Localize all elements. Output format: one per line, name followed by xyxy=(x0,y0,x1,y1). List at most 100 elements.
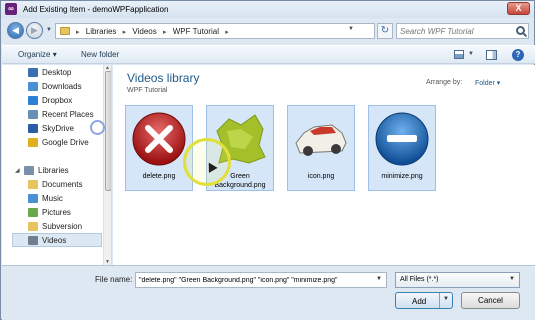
nav-item-label: Pictures xyxy=(42,208,71,217)
add-button[interactable]: Add ▼ xyxy=(395,292,453,309)
breadcrumb-libraries[interactable]: Libraries xyxy=(86,27,117,36)
file-name-combobox[interactable]: ▼ xyxy=(135,272,387,288)
nav-pane-scrollbar[interactable]: ▲ ▼ xyxy=(103,65,111,265)
nav-item-label: Subversion xyxy=(42,222,83,231)
organize-label: Organize xyxy=(18,50,51,59)
nav-item-label: Libraries xyxy=(38,166,69,175)
music-icon xyxy=(28,194,38,203)
nav-item-label: Recent Places xyxy=(42,110,94,119)
nav-item-desktop[interactable]: Desktop xyxy=(12,66,111,80)
nav-item-label: Google Drive xyxy=(42,138,89,147)
library-title: Videos library xyxy=(127,71,200,85)
nav-item-pictures[interactable]: Pictures xyxy=(12,206,111,220)
google-drive-icon xyxy=(28,138,38,147)
downloads-icon xyxy=(28,82,38,91)
file-name-label: File name: xyxy=(95,275,133,284)
collapse-arrow-icon[interactable]: ◢ xyxy=(15,167,20,174)
nav-item-libraries[interactable]: ◢ Libraries xyxy=(12,164,111,178)
breadcrumb-wpf-tutorial[interactable]: WPF Tutorial xyxy=(173,27,219,36)
delete-icon xyxy=(132,112,186,166)
skydrive-icon xyxy=(28,124,38,133)
title-bar: ∞ Add Existing Item - demoWPFapplication… xyxy=(1,1,534,18)
arrange-by-label: Arrange by: xyxy=(426,79,463,86)
arrange-by-dropdown[interactable]: Folder ▾ xyxy=(475,79,500,87)
scrollbar-thumb[interactable] xyxy=(105,71,111,191)
nav-item-label: Downloads xyxy=(42,82,82,91)
nav-item-downloads[interactable]: Downloads xyxy=(12,80,111,94)
subversion-icon xyxy=(28,222,38,231)
arrange-by-value: Folder xyxy=(475,80,495,87)
nav-item-label: Desktop xyxy=(42,68,72,77)
file-list-area: Videos library WPF Tutorial Arrange by: … xyxy=(113,65,535,265)
chevron-down-icon: ▼ xyxy=(509,276,515,282)
new-folder-button[interactable]: New folder xyxy=(81,50,119,59)
command-toolbar: Organize ▾ New folder ▼ ? xyxy=(2,45,535,64)
chevron-right-icon: ▸ xyxy=(122,29,127,36)
add-options-dropdown[interactable]: ▼ xyxy=(439,293,453,308)
file-name-pane: File name: ▼ All Files (*.*) ▼ Add ▼ Can… xyxy=(2,265,535,320)
folder-icon xyxy=(60,27,70,35)
search-icon[interactable] xyxy=(516,26,525,35)
back-button[interactable]: ◀ xyxy=(7,22,24,39)
minimize-icon xyxy=(375,112,429,166)
chevron-down-icon: ▾ xyxy=(496,80,501,87)
chevron-down-icon[interactable]: ▼ xyxy=(376,276,382,282)
close-button[interactable]: X xyxy=(507,2,530,15)
nav-item-google-drive[interactable]: Google Drive xyxy=(12,136,111,150)
file-item-delete[interactable]: delete.png xyxy=(125,105,193,191)
view-options-dropdown-icon[interactable]: ▼ xyxy=(468,51,474,57)
forward-button[interactable]: ▶ xyxy=(26,22,43,39)
file-name-input[interactable] xyxy=(139,275,371,286)
nav-item-videos[interactable]: Videos xyxy=(12,233,102,247)
library-subtitle: WPF Tutorial xyxy=(127,87,168,94)
search-box[interactable] xyxy=(396,23,529,39)
chevron-down-icon: ▼ xyxy=(443,296,449,302)
videos-icon xyxy=(28,236,38,245)
file-item-icon[interactable]: icon.png xyxy=(287,105,355,191)
click-indicator xyxy=(183,138,231,186)
file-name: minimize.png xyxy=(381,173,423,180)
cancel-button[interactable]: Cancel xyxy=(461,292,520,309)
file-name: delete.png xyxy=(142,173,176,180)
window-title: Add Existing Item - demoWPFapplication xyxy=(23,5,169,14)
nav-item-label: Videos xyxy=(42,236,67,245)
file-name: icon.png xyxy=(307,173,335,180)
navigation-pane: Desktop Downloads Dropbox Recent Places … xyxy=(2,65,112,265)
nav-item-dropbox[interactable]: Dropbox xyxy=(12,94,111,108)
help-icon[interactable]: ? xyxy=(512,49,524,61)
address-bar[interactable]: ▸ Libraries ▸ Videos ▸ WPF Tutorial ▸ ▼ xyxy=(55,23,375,39)
navigation-bar: ◀ ▶ ▼ ▸ Libraries ▸ Videos ▸ WPF Tutoria… xyxy=(5,21,532,43)
add-existing-item-dialog: ∞ Add Existing Item - demoWPFapplication… xyxy=(0,0,535,320)
nav-item-label: Dropbox xyxy=(42,96,73,105)
organize-button[interactable]: Organize ▾ xyxy=(18,50,57,59)
nav-item-documents[interactable]: Documents xyxy=(12,178,111,192)
nav-item-subversion[interactable]: Subversion xyxy=(12,220,111,234)
desktop-icon xyxy=(28,68,38,77)
nav-item-label: SkyDrive xyxy=(42,124,75,133)
chevron-right-icon: ▸ xyxy=(162,29,167,36)
breadcrumb: ▸ Libraries ▸ Videos ▸ WPF Tutorial ▸ xyxy=(76,27,233,36)
recent-places-icon xyxy=(28,110,38,119)
file-item-minimize[interactable]: minimize.png xyxy=(368,105,436,191)
documents-icon xyxy=(28,180,38,189)
click-indicator-small xyxy=(90,120,105,135)
visual-studio-icon: ∞ xyxy=(5,3,17,15)
nav-item-label: Music xyxy=(42,194,63,203)
change-view-icon[interactable] xyxy=(454,50,464,59)
chevron-right-icon: ▸ xyxy=(225,29,229,36)
chevron-down-icon: ▾ xyxy=(52,50,57,59)
pictures-icon xyxy=(28,208,38,217)
file-type-filter[interactable]: All Files (*.*) ▼ xyxy=(395,272,520,288)
file-type-value: All Files (*.*) xyxy=(400,276,439,283)
add-button-label: Add xyxy=(412,297,427,306)
recent-locations-dropdown-icon[interactable]: ▼ xyxy=(46,27,52,33)
refresh-button[interactable]: ↻ xyxy=(377,23,393,39)
nav-item-music[interactable]: Music xyxy=(12,192,111,206)
address-dropdown-icon[interactable]: ▼ xyxy=(348,26,354,32)
breadcrumb-videos[interactable]: Videos xyxy=(132,27,156,36)
car-icon xyxy=(295,124,347,156)
nav-item-label: Documents xyxy=(42,180,83,189)
preview-pane-icon[interactable] xyxy=(486,50,497,60)
search-input[interactable] xyxy=(400,25,512,37)
chevron-right-icon: ▸ xyxy=(76,29,80,36)
